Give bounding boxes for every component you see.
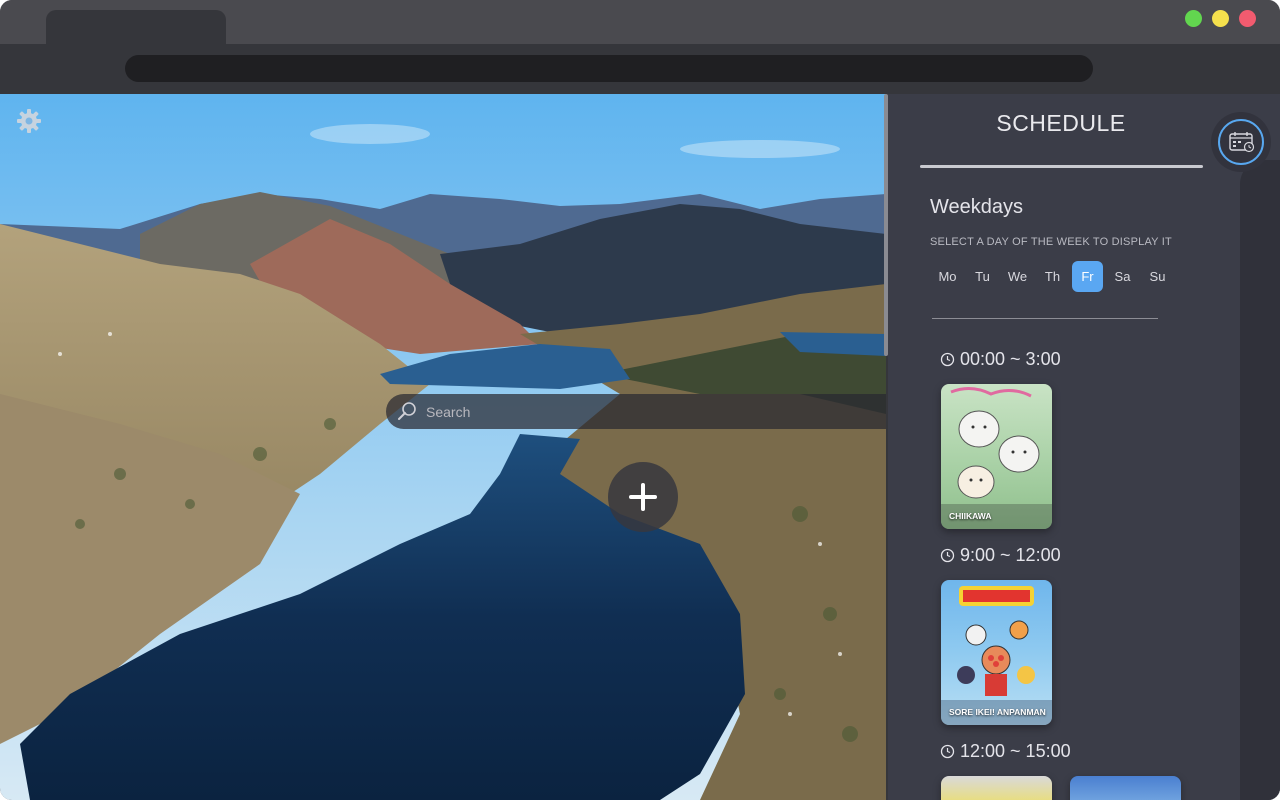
- time-slot-label: 12:00 ~ 15:00: [960, 741, 1071, 761]
- panel-title: SCHEDULE: [996, 110, 1126, 136]
- time-slot-label: 9:00 ~ 12:00: [960, 545, 1061, 565]
- search-input[interactable]: [424, 394, 864, 429]
- settings-gear-icon[interactable]: [16, 108, 42, 134]
- day-friday[interactable]: Fr: [1072, 261, 1103, 292]
- show-title: SORE IKEI! ANPANMAN: [949, 707, 1046, 717]
- day-wednesday[interactable]: We: [1002, 261, 1033, 292]
- maximize-button[interactable]: [1185, 10, 1202, 27]
- minimize-button[interactable]: [1212, 10, 1229, 27]
- clock-icon: [940, 352, 955, 367]
- time-slot-header: 00:00 ~ 3:00: [940, 349, 1061, 370]
- calendar-icon: [1229, 132, 1255, 153]
- day-sunday[interactable]: Su: [1142, 261, 1173, 292]
- time-slot-header: 12:00 ~ 15:00: [940, 741, 1071, 762]
- day-monday[interactable]: Mo: [932, 261, 963, 292]
- browser-window: SCHEDULE Weekdays SELECT A DAY OF THE WE…: [0, 0, 1280, 800]
- time-slot-label: 00:00 ~ 3:00: [960, 349, 1061, 369]
- weekdays-hint: SELECT A DAY OF THE WEEK TO DISPLAY IT: [930, 236, 1172, 248]
- show-card-anpanman[interactable]: SORE IKEI! ANPANMAN: [941, 580, 1052, 725]
- day-thursday[interactable]: Th: [1037, 261, 1068, 292]
- search-icon: [396, 400, 418, 422]
- add-button[interactable]: [608, 462, 678, 532]
- anpanman-poster-image: [941, 586, 1052, 725]
- weekdays-heading: Weekdays: [930, 196, 1024, 218]
- show-card-partial[interactable]: [941, 776, 1052, 800]
- close-button[interactable]: [1239, 10, 1256, 27]
- section-divider: [932, 318, 1158, 319]
- clock-icon: [940, 744, 955, 759]
- show-card-chiikawa[interactable]: CHIIKAWA: [941, 384, 1052, 529]
- schedule-toggle-button[interactable]: [1211, 112, 1271, 172]
- panel-side-strip: [1240, 160, 1280, 800]
- title-bar: [0, 0, 1280, 44]
- chiikawa-poster-image: [941, 387, 1052, 529]
- background-landscape-image: [0, 94, 886, 800]
- day-tuesday[interactable]: Tu: [967, 261, 998, 292]
- time-slot-header: 9:00 ~ 12:00: [940, 545, 1061, 566]
- show-card-partial[interactable]: [1070, 776, 1181, 800]
- browser-tab[interactable]: [46, 10, 226, 44]
- browser-toolbar: [0, 44, 1280, 94]
- show-title: CHIIKAWA: [949, 511, 992, 521]
- search-bar: [386, 394, 886, 429]
- page-content: SCHEDULE Weekdays SELECT A DAY OF THE WE…: [0, 94, 1280, 800]
- day-saturday[interactable]: Sa: [1107, 261, 1138, 292]
- title-underline: [920, 165, 1203, 168]
- address-bar[interactable]: [125, 55, 1093, 82]
- clock-icon: [940, 548, 955, 563]
